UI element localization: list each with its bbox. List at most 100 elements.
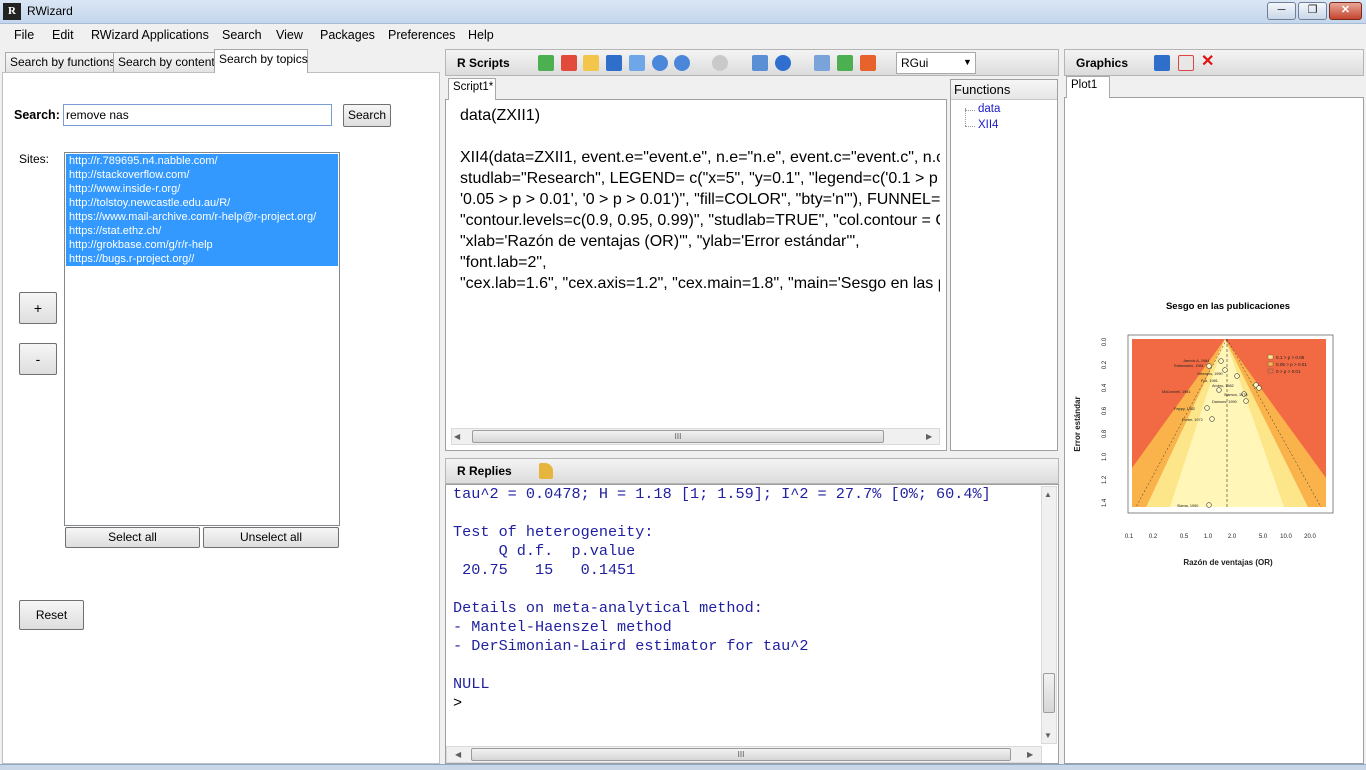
save-as-icon[interactable] [629, 55, 645, 71]
tab-search-by-contents[interactable]: Search by contents [113, 52, 226, 72]
funnel-plot: Sesgo en las publicaciones Jarmok A, 198… [1073, 301, 1334, 567]
delete-script-icon[interactable] [561, 55, 577, 71]
x-tick: 0.1 [1125, 534, 1134, 540]
engine-select[interactable]: RGui ▼ [896, 52, 976, 74]
list-item[interactable]: http://tolstoy.newcastle.edu.au/R/ [66, 196, 338, 210]
delete-plot-icon[interactable] [1178, 55, 1194, 71]
menu-search[interactable]: Search [222, 28, 262, 42]
list-item[interactable]: http://www.inside-r.org/ [66, 182, 338, 196]
broom-clear-icon[interactable] [539, 463, 553, 479]
list-item[interactable]: https://stat.ethz.ch/ [66, 224, 338, 238]
legend-entry: 0.1 > p > 0.05 [1276, 355, 1305, 360]
tab-script1[interactable]: Script1* [448, 78, 496, 100]
function-item-data[interactable]: data [978, 103, 1000, 115]
save-icon[interactable] [606, 55, 622, 71]
script-editor[interactable]: data(ZXII1) XII4(data=ZXII1, event.e="eve… [451, 102, 940, 424]
legend-entry: 0.05 > p > 0.01 [1276, 362, 1307, 367]
replies-vertical-scrollbar[interactable]: ▲ ▼ [1041, 486, 1057, 744]
code-line: "font.lab=2", [460, 254, 547, 271]
find-icon[interactable] [712, 55, 728, 71]
tree-line [965, 126, 975, 127]
script-horizontal-scrollbar[interactable]: ◀ III ▶ [451, 428, 940, 445]
select-all-button[interactable]: Select all [65, 527, 200, 548]
settings-icon[interactable] [814, 55, 830, 71]
study-label: Slama, 1990 [1177, 504, 1198, 508]
study-point [1209, 416, 1215, 422]
menu-file[interactable]: File [14, 28, 34, 42]
replies-hscroll-thumb[interactable]: III [471, 748, 1011, 761]
list-item[interactable]: https://bugs.r-project.org// [66, 252, 338, 266]
add-site-button[interactable]: + [19, 292, 57, 324]
r-console-output[interactable]: tau^2 = 0.0478; H = 1.18 [1; 1.59]; I^2 … [446, 485, 1040, 744]
unselect-all-button[interactable]: Unselect all [203, 527, 339, 548]
study-label: Pappy, 1982 [1174, 407, 1195, 411]
console-line: - DerSimonian-Laird estimator for tau^2 [453, 637, 809, 655]
minimize-button[interactable]: ─ [1267, 2, 1296, 20]
list-item[interactable]: http://stackoverflow.com/ [66, 168, 338, 182]
tab-plot1[interactable]: Plot1 [1066, 76, 1110, 98]
study-label: Rubenstein, 1981 [1174, 364, 1204, 368]
new-script-icon[interactable] [538, 55, 554, 71]
taskbar [0, 764, 1366, 770]
y-axis: 0.0 0.2 0.4 0.6 0.8 1.0 1.2 1.4 Error es… [1073, 337, 1108, 507]
redo-icon[interactable] [674, 55, 690, 71]
study-point [1256, 385, 1262, 391]
code-line: studlab="Research", LEGEND= c("x=5", "y=… [460, 170, 940, 187]
sites-list[interactable]: http://r.789695.n4.nabble.com/ http://st… [64, 152, 340, 526]
script-scroll-thumb[interactable]: III [472, 430, 884, 443]
list-item[interactable]: http://r.789695.n4.nabble.com/ [66, 154, 338, 168]
run-selection-icon[interactable] [752, 55, 768, 71]
legend-swatch [1267, 361, 1274, 367]
save-plot-icon[interactable] [1154, 55, 1170, 71]
search-button[interactable]: Search [343, 104, 391, 127]
study-label: Damons, 1990 [1212, 400, 1237, 404]
search-label: Search: [14, 108, 60, 122]
functions-header: Functions [951, 80, 1057, 100]
x-tick: 10.0 [1280, 534, 1292, 540]
undo-icon[interactable] [652, 55, 668, 71]
run-all-icon[interactable] [775, 55, 791, 71]
export-icon[interactable] [837, 55, 853, 71]
study-label: Porter, 1972 [1182, 418, 1203, 422]
function-item-xii4[interactable]: XII4 [978, 119, 998, 131]
scroll-up-icon[interactable]: ▲ [1044, 488, 1052, 502]
restore-button[interactable]: ❐ [1298, 2, 1327, 20]
close-button[interactable]: ✕ [1329, 2, 1362, 20]
plot-title: Sesgo en las publicaciones [1166, 301, 1290, 312]
scroll-right-icon[interactable]: ▶ [1027, 748, 1033, 762]
title-bar: R RWizard ─ ❐ ✕ [0, 0, 1366, 24]
r-replies-title: R Replies [457, 464, 512, 478]
list-item[interactable]: https://www.mail-archive.com/r-help@r-pr… [66, 210, 338, 224]
x-axis: 0.1 0.2 0.5 1.0 2.0 5.0 10.0 20.0 Razón … [1125, 534, 1317, 567]
replies-vscroll-thumb[interactable] [1043, 673, 1055, 713]
study-point [1206, 502, 1212, 508]
code-line: "xlab='Razón de ventajas (OR)'", "ylab='… [460, 233, 860, 250]
menu-preferences[interactable]: Preferences [388, 28, 455, 42]
console-line: Test of heterogeneity: [453, 523, 654, 541]
scroll-left-icon[interactable]: ◀ [454, 430, 460, 444]
open-folder-icon[interactable] [583, 55, 599, 71]
console-line: NULL [453, 675, 490, 693]
scroll-left-icon[interactable]: ◀ [455, 748, 461, 762]
list-item[interactable]: http://grokbase.com/g/r/r-help [66, 238, 338, 252]
replies-horizontal-scrollbar[interactable]: ◀ III ▶ [446, 746, 1042, 763]
code-line: data(ZXII1) [460, 107, 541, 124]
study-point [1216, 387, 1222, 393]
study-point [1204, 405, 1210, 411]
clear-icon[interactable] [860, 55, 876, 71]
scroll-right-icon[interactable]: ▶ [926, 430, 932, 444]
code-line: XII4(data=ZXII1, event.e="event.e", n.e=… [460, 149, 940, 166]
menu-help[interactable]: Help [468, 28, 494, 42]
menu-edit[interactable]: Edit [52, 28, 74, 42]
remove-site-button[interactable]: - [19, 343, 57, 375]
reset-button[interactable]: Reset [19, 600, 84, 630]
tab-search-by-functions[interactable]: Search by functions [5, 52, 121, 72]
menu-view[interactable]: View [276, 28, 303, 42]
scroll-down-icon[interactable]: ▼ [1044, 729, 1052, 743]
search-input[interactable] [63, 104, 332, 126]
menu-packages[interactable]: Packages [320, 28, 375, 42]
menu-rwizard-applications[interactable]: RWizard Applications [91, 28, 209, 42]
tab-search-by-topics[interactable]: Search by topics [214, 49, 308, 73]
close-plot-icon[interactable]: ✕ [1201, 51, 1214, 71]
